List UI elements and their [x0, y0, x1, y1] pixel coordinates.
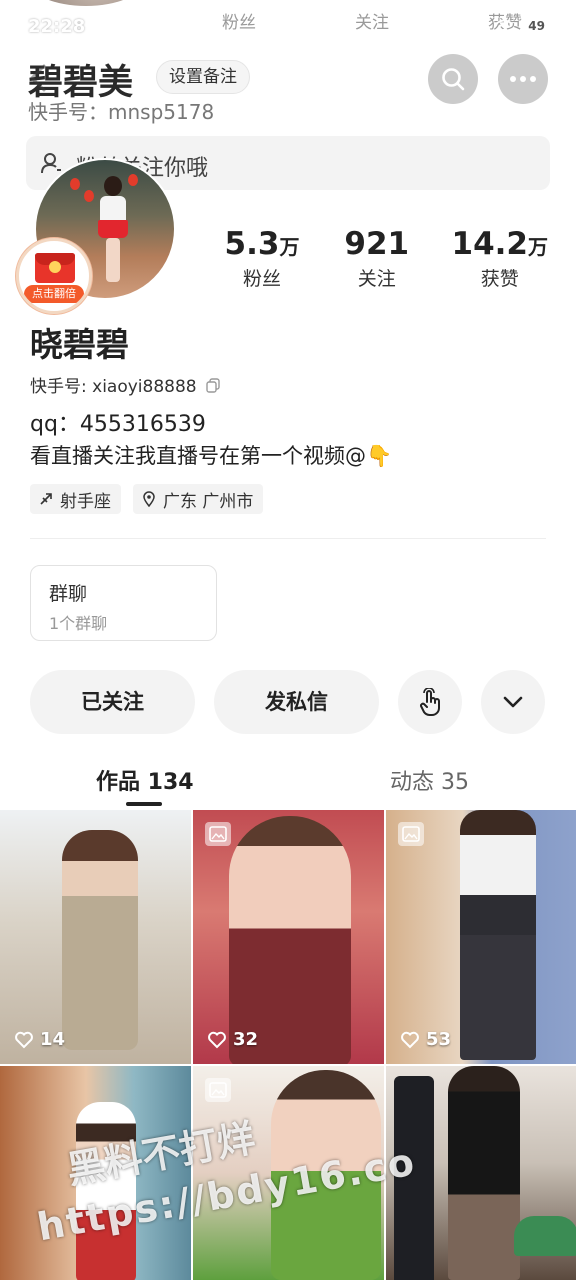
followed-button[interactable]: 已关注 [30, 670, 195, 734]
tab-works[interactable]: 作品 134 [96, 764, 194, 796]
bio-text: 看直播关注我直播号在第一个视频@👇 [30, 444, 393, 468]
stat-label: 粉丝 [242, 268, 281, 290]
video-tile[interactable] [0, 1066, 191, 1280]
collapsed-avatar [28, 0, 144, 6]
wifi-icon [495, 19, 513, 33]
section-divider [30, 538, 546, 539]
expand-button[interactable] [481, 670, 545, 734]
tag-location[interactable]: 广东 广州市 [133, 484, 264, 514]
tab-active-indicator [126, 802, 162, 806]
tile-subject [62, 830, 138, 1050]
more-options-button[interactable] [498, 54, 548, 104]
person-icon [41, 153, 61, 174]
tile-subject [76, 1102, 136, 1280]
lantern-decoration [84, 190, 94, 202]
tag-label: 射手座 [60, 491, 111, 512]
stat-likes[interactable]: 14.2万 获赞 [452, 226, 549, 291]
collapsed-stat-label: 关注 [355, 13, 389, 33]
image-icon [402, 826, 420, 842]
video-tile[interactable]: 53 [386, 810, 576, 1064]
image-icon [209, 826, 227, 842]
header-kwai-id: 快手号：mnsp5178 [28, 100, 215, 124]
tag-zodiac[interactable]: 射手座 [30, 484, 121, 514]
photo-badge [205, 822, 231, 846]
heart-icon [401, 1031, 419, 1048]
stat-value: 14.2 [451, 226, 529, 262]
stat-value: 921 [344, 226, 410, 262]
group-chat-card[interactable]: 群聊 1个群聊 [30, 565, 217, 641]
network-indicator: HD 4G [423, 19, 463, 33]
image-icon [209, 1082, 227, 1098]
stat-label: 获赞 [480, 268, 519, 290]
set-remark-button[interactable]: 设置备注 [156, 60, 250, 94]
back-arrow-icon[interactable] [22, 60, 58, 96]
like-count-value: 14 [40, 1029, 66, 1050]
stat-unit: 万 [528, 235, 548, 259]
avatar-figure [94, 176, 130, 286]
tile-subject [229, 816, 351, 1064]
like-count: 32 [207, 1029, 258, 1050]
like-count: 53 [400, 1029, 451, 1050]
network-indicator: 4G [470, 19, 488, 33]
profile-stats: 5.3万 粉丝 921 关注 14.2万 获赞 [222, 226, 548, 291]
group-chat-title: 群聊 [49, 583, 88, 605]
tile-subject [514, 1216, 576, 1256]
tag-label: 广东 广州市 [163, 491, 254, 512]
photo-badge [398, 822, 424, 846]
profile-tags: 射手座 广东 广州市 [30, 484, 264, 514]
stat-following[interactable]: 921 关注 [337, 226, 417, 291]
chevron-down-icon [503, 696, 523, 708]
status-time: 22:28 [28, 16, 86, 37]
profile-header: 碧碧美 设置备注 快手号：mnsp5178 [0, 54, 576, 124]
poke-button[interactable] [398, 670, 462, 734]
kwai-id-row: 快手号: xiaoyi88888 [30, 372, 221, 397]
content-tabs: 作品 134 动态 35 [0, 760, 576, 810]
video-tile[interactable]: 14 [0, 810, 191, 1064]
zodiac-icon [40, 493, 52, 505]
copy-icon[interactable] [205, 377, 221, 393]
red-packet-label: 点击翻倍 [24, 285, 84, 303]
more-dots-icon [510, 76, 536, 82]
tab-moments[interactable]: 动态 35 [390, 764, 469, 796]
works-grid: 14 32 53 [0, 810, 576, 1280]
photo-badge [205, 1078, 231, 1102]
stat-value: 5.3 [224, 226, 280, 262]
group-chat-count: 1个群聊 [49, 614, 108, 633]
heart-icon [15, 1031, 33, 1048]
search-button[interactable] [428, 54, 478, 104]
like-count-value: 53 [426, 1029, 452, 1050]
search-icon [442, 68, 465, 91]
video-tile[interactable]: 32 [193, 810, 384, 1064]
location-pin-icon [143, 491, 155, 507]
send-message-button[interactable]: 发私信 [214, 670, 379, 734]
red-packet-badge[interactable]: 点击翻倍 [16, 238, 92, 314]
video-tile[interactable] [193, 1066, 384, 1280]
kwai-id-text: 快手号: xiaoyi88888 [30, 377, 197, 397]
video-tile[interactable] [386, 1066, 576, 1280]
heart-icon [208, 1031, 226, 1048]
stat-unit: 万 [279, 235, 300, 259]
display-name: 晓碧碧 [30, 325, 129, 364]
lantern-decoration [70, 178, 80, 190]
tile-subject [448, 1066, 520, 1280]
like-count: 14 [14, 1029, 65, 1050]
hand-tap-icon [420, 688, 440, 716]
battery-level: 49 [521, 18, 552, 34]
status-icons: HD 4G 4G 49 [424, 18, 552, 34]
stat-label: 关注 [357, 268, 396, 290]
tile-subject [271, 1070, 381, 1280]
tile-subject [394, 1076, 434, 1280]
tile-subject [460, 810, 536, 1060]
collapsed-stat-label: 粉丝 [222, 13, 256, 33]
qq-number: qq：455316539 [30, 412, 206, 437]
like-count-value: 32 [233, 1029, 259, 1050]
stat-fans[interactable]: 5.3万 粉丝 [222, 226, 302, 291]
status-bar: 粉丝 关注 获赞 22:28 HD 4G 4G 49 [0, 0, 576, 46]
